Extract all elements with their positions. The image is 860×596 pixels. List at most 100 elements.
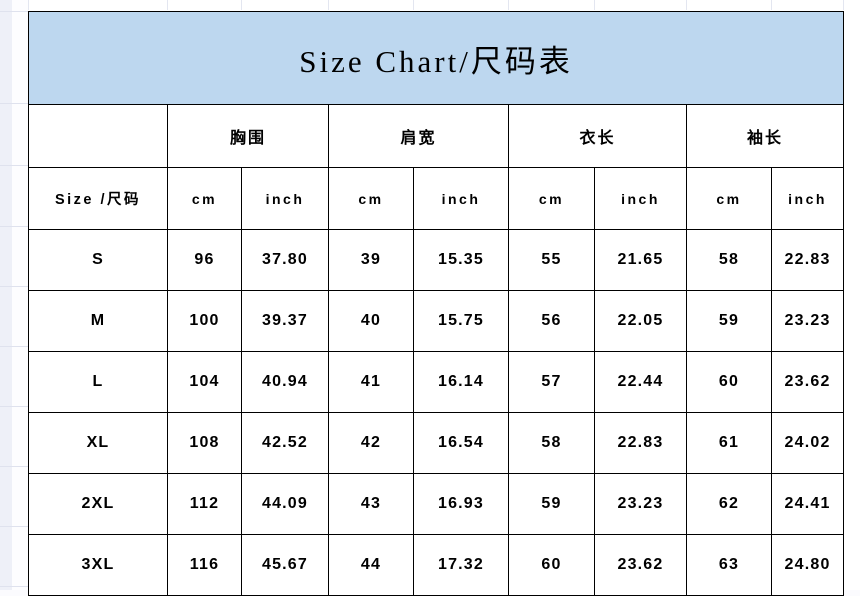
sleeve-inch-value: 24.02 [770,412,845,474]
shoulder-inch-value: 16.14 [413,351,509,413]
row-tick [0,165,28,166]
column-tick [413,0,414,10]
sleeve-cm-value: 61 [686,412,772,474]
sleeve-inch-value: 23.62 [770,351,845,413]
size-label: 3XL [28,534,168,596]
row-tick [0,11,28,12]
chest-inch-value: 37.80 [241,229,329,291]
chest-cm-value: 108 [167,412,242,474]
unit-header-length-inch: inch [594,167,687,230]
sleeve-cm-value: 62 [686,473,772,535]
measurement-header-shoulder: 肩宽 [328,104,509,168]
size-label: 2XL [28,473,168,535]
chest-cm-value: 104 [167,351,242,413]
shoulder-cm-value: 42 [328,412,414,474]
measurement-header-spacer [28,104,168,168]
sleeve-inch-value: 24.80 [770,534,845,596]
length-inch-value: 21.65 [594,229,687,291]
column-tick [328,0,329,10]
chest-cm-value: 112 [167,473,242,535]
length-cm-value: 60 [508,534,595,596]
row-tick [0,526,28,527]
sleeve-cm-value: 59 [686,290,772,352]
length-inch-value: 22.83 [594,412,687,474]
shoulder-cm-value: 41 [328,351,414,413]
sleeve-inch-value: 22.83 [770,229,845,291]
table-row: S 96 37.80 39 15.35 55 21.65 58 22.83 [28,229,845,291]
chest-cm-value: 96 [167,229,242,291]
measurement-header-chest: 胸围 [167,104,329,168]
shoulder-inch-value: 15.35 [413,229,509,291]
shoulder-inch-value: 16.93 [413,473,509,535]
table-row: 2XL 112 44.09 43 16.93 59 23.23 62 24.41 [28,473,845,535]
unit-header-row: Size /尺码 cm inch cm inch cm inch cm inch [28,167,845,230]
table-row: M 100 39.37 40 15.75 56 22.05 59 23.23 [28,290,845,352]
size-label: XL [28,412,168,474]
unit-header-shoulder-cm: cm [328,167,414,230]
sleeve-cm-value: 63 [686,534,772,596]
table-row: XL 108 42.52 42 16.54 58 22.83 61 24.02 [28,412,845,474]
chest-inch-value: 44.09 [241,473,329,535]
length-cm-value: 57 [508,351,595,413]
spreadsheet-left-gutter [0,0,12,590]
measurement-header-sleeve: 袖长 [685,104,845,168]
column-tick [771,0,772,10]
sleeve-inch-value: 23.23 [770,290,845,352]
size-label: M [28,290,168,352]
unit-header-chest-inch: inch [241,167,329,230]
length-inch-value: 22.05 [594,290,687,352]
unit-header-shoulder-inch: inch [413,167,509,230]
column-tick [508,0,509,10]
length-inch-value: 23.23 [594,473,687,535]
length-cm-value: 56 [508,290,595,352]
chest-inch-value: 39.37 [241,290,329,352]
column-tick [686,0,687,10]
size-label: S [28,229,168,291]
sleeve-inch-value: 24.41 [770,473,845,535]
length-cm-value: 59 [508,473,595,535]
length-cm-value: 55 [508,229,595,291]
shoulder-cm-value: 43 [328,473,414,535]
shoulder-cm-value: 39 [328,229,414,291]
unit-header-chest-cm: cm [167,167,242,230]
row-tick [0,103,28,104]
unit-header-sleeve-inch: inch [770,167,845,230]
shoulder-cm-value: 44 [328,534,414,596]
shoulder-inch-value: 17.32 [413,534,509,596]
row-tick [0,586,28,587]
row-tick [0,286,28,287]
column-tick [843,0,844,10]
chest-cm-value: 116 [167,534,242,596]
column-tick [167,0,168,10]
chest-inch-value: 40.94 [241,351,329,413]
unit-header-sleeve-cm: cm [686,167,772,230]
shoulder-inch-value: 15.75 [413,290,509,352]
column-tick [28,0,29,10]
shoulder-inch-value: 16.54 [413,412,509,474]
column-tick [594,0,595,10]
sleeve-cm-value: 60 [686,351,772,413]
unit-header-length-cm: cm [508,167,595,230]
length-inch-value: 23.62 [594,534,687,596]
row-tick [0,226,28,227]
chest-inch-value: 45.67 [241,534,329,596]
shoulder-cm-value: 40 [328,290,414,352]
length-inch-value: 22.44 [594,351,687,413]
row-tick [0,466,28,467]
measurement-header-row: 胸围 肩宽 衣长 袖长 [28,104,845,168]
size-chart-table: Size Chart/尺码表 胸围 肩宽 衣长 袖长 Size /尺码 cm i… [27,11,845,596]
row-tick [0,346,28,347]
sleeve-cm-value: 58 [686,229,772,291]
size-label: L [28,351,168,413]
size-column-header: Size /尺码 [28,167,168,230]
table-row: L 104 40.94 41 16.14 57 22.44 60 23.62 [28,351,845,413]
size-chart-page: Size Chart/尺码表 胸围 肩宽 衣长 袖长 Size /尺码 cm i… [0,0,860,596]
length-cm-value: 58 [508,412,595,474]
measurement-header-length: 衣长 [508,104,687,168]
chart-title: Size Chart/尺码表 [27,11,845,105]
chest-inch-value: 42.52 [241,412,329,474]
table-row: 3XL 116 45.67 44 17.32 60 23.62 63 24.80 [28,534,845,596]
title-row: Size Chart/尺码表 [27,11,845,105]
chest-cm-value: 100 [167,290,242,352]
row-tick [0,406,28,407]
